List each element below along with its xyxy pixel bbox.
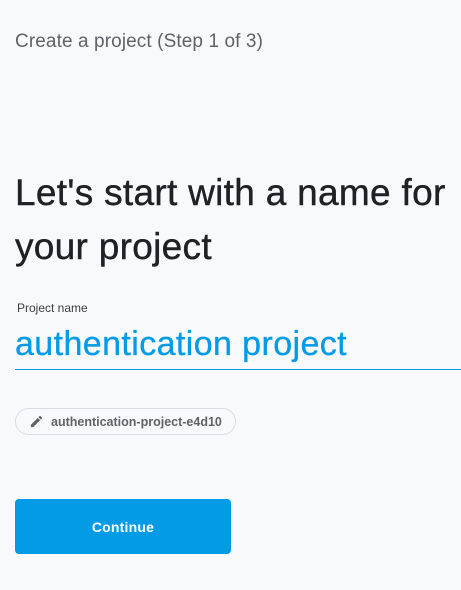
step-title: Create a project (Step 1 of 3)	[15, 31, 264, 52]
create-project-page: Create a project (Step 1 of 3) Let's sta…	[0, 0, 461, 590]
pencil-icon	[28, 413, 45, 430]
project-name-label: Project name	[17, 301, 88, 315]
page-headline: Let's start with a name for your project	[15, 172, 446, 267]
project-id-text: authentication-project-e4d10	[51, 414, 222, 429]
project-id-chip[interactable]: authentication-project-e4d10	[15, 408, 236, 435]
project-name-input[interactable]	[15, 320, 461, 370]
continue-button[interactable]: Continue	[15, 499, 231, 554]
